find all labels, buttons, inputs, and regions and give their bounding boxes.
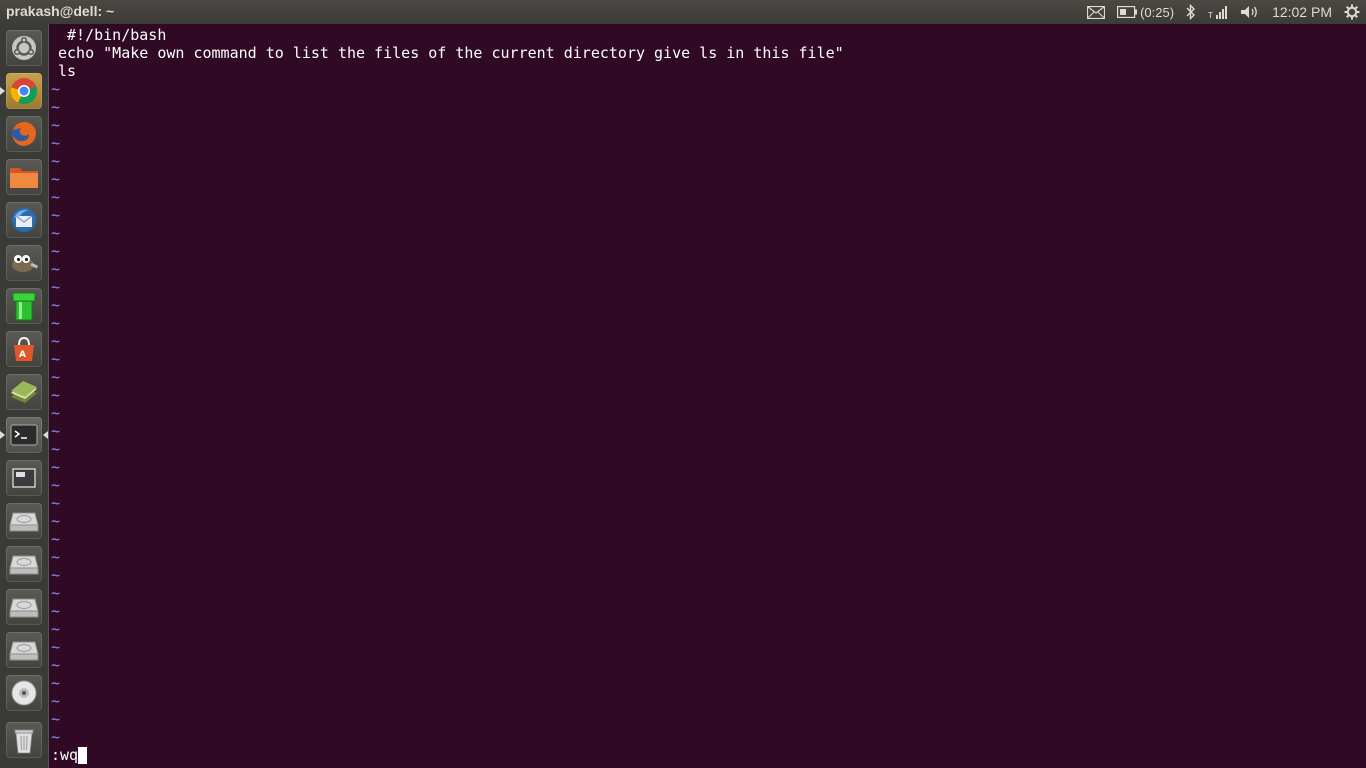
launcher-item-drive-1[interactable] (6, 503, 42, 539)
tilde-marker: ~ (51, 404, 61, 422)
tilde-marker: ~ (51, 656, 61, 674)
tilde-marker: ~ (51, 566, 61, 584)
disc-icon (11, 680, 37, 706)
gimp-icon (12, 255, 39, 272)
svg-text:T: T (1208, 11, 1213, 19)
tilde-marker: ~ (51, 602, 61, 620)
tilde-marker: ~ (51, 296, 61, 314)
tilde-marker: ~ (51, 278, 61, 296)
battery-time: (0:25) (1140, 4, 1175, 20)
hard-drive-icon (9, 512, 39, 532)
launcher-item-green-pipe-app[interactable] (6, 288, 42, 324)
indicator-area: (0:25) T 12:02 PM (1075, 0, 1360, 24)
editor-line-1: #!/bin/bash (58, 26, 167, 44)
hard-drive-icon (9, 555, 39, 575)
tilde-marker: ~ (51, 332, 61, 350)
launcher-item-software-center[interactable]: A (6, 331, 42, 367)
tilde-marker: ~ (51, 584, 61, 602)
tilde-marker: ~ (51, 620, 61, 638)
tilde-marker: ~ (51, 692, 61, 710)
launcher-item-workspace-switcher[interactable] (6, 460, 42, 496)
folder-icon (10, 168, 38, 188)
tilde-marker: ~ (51, 98, 61, 116)
tilde-marker: ~ (51, 728, 61, 746)
trash-icon (14, 729, 34, 754)
svg-text:A: A (19, 350, 26, 360)
tilde-marker: ~ (51, 242, 61, 260)
tilde-marker: ~ (51, 188, 61, 206)
tilde-marker: ~ (51, 152, 61, 170)
tilde-marker: ~ (51, 206, 61, 224)
launcher-item-gimp[interactable] (6, 245, 42, 281)
tilde-marker: ~ (51, 422, 61, 440)
terminal-window[interactable]: #!/bin/bash echo "Make own command to li… (49, 24, 1366, 768)
tilde-marker: ~ (51, 710, 61, 728)
command-text: :wq (51, 746, 79, 764)
launcher-item-dash-home[interactable] (6, 30, 42, 66)
tilde-marker: ~ (51, 134, 61, 152)
tilde-marker: ~ (51, 350, 61, 368)
tilde-marker: ~ (51, 386, 61, 404)
launcher-item-trash[interactable] (6, 722, 42, 758)
launcher-item-drive-4[interactable] (6, 632, 42, 668)
tilde-marker: ~ (51, 638, 61, 656)
network-signal-icon[interactable]: T (1208, 5, 1228, 19)
tilde-marker: ~ (51, 494, 61, 512)
battery-indicator[interactable]: (0:25) (1117, 5, 1174, 20)
launcher-item-firefox[interactable] (6, 116, 42, 152)
launcher-item-editor-book[interactable] (6, 374, 42, 410)
book-icon (11, 381, 37, 403)
tilde-marker: ~ (51, 530, 61, 548)
tilde-marker: ~ (51, 314, 61, 332)
clock[interactable]: 12:02 PM (1272, 4, 1332, 20)
terminal-icon (10, 424, 38, 446)
running-pip (0, 87, 5, 95)
gear-icon[interactable] (1344, 4, 1360, 20)
window-title: prakash@dell: ~ (6, 3, 115, 19)
text-cursor (78, 746, 88, 764)
tilde-marker: ~ (51, 458, 61, 476)
launcher-item-drive-2[interactable] (6, 546, 42, 582)
launcher-item-files[interactable] (6, 159, 42, 195)
tilde-marker: ~ (51, 116, 61, 134)
volume-icon[interactable] (1240, 5, 1260, 19)
tilde-marker: ~ (51, 80, 61, 98)
pipe-icon (12, 292, 36, 321)
thunderbird-icon (12, 208, 36, 232)
mail-icon[interactable] (1087, 5, 1106, 19)
tilde-marker: ~ (51, 224, 61, 242)
top-panel: prakash@dell: ~ (0:25) T 12:02 PM (0, 0, 1366, 24)
tilde-marker: ~ (51, 170, 61, 188)
ubuntu-logo-icon (12, 36, 36, 60)
chrome-icon (10, 78, 38, 105)
workspace-icon (12, 468, 36, 488)
bluetooth-icon[interactable] (1186, 4, 1196, 20)
hard-drive-icon (9, 641, 39, 661)
tilde-marker: ~ (51, 674, 61, 692)
launcher-item-drive-3[interactable] (6, 589, 42, 625)
shopping-bag-icon: A (14, 336, 34, 361)
editor-line-2: echo "Make own command to list the files… (58, 44, 844, 62)
launcher-item-thunderbird[interactable] (6, 202, 42, 238)
vim-command-line[interactable]: :wq (51, 746, 88, 764)
launcher: A (0, 24, 49, 768)
editor-line-3: ls (58, 62, 77, 80)
tilde-marker: ~ (51, 548, 61, 566)
tilde-marker: ~ (51, 476, 61, 494)
tilde-marker: ~ (51, 512, 61, 530)
hard-drive-icon (9, 598, 39, 618)
launcher-item-terminal[interactable] (6, 417, 42, 453)
tilde-marker: ~ (51, 260, 61, 278)
focused-pip (43, 431, 48, 439)
launcher-item-optical-drive[interactable] (6, 675, 42, 711)
running-pip (0, 431, 5, 439)
firefox-icon (12, 122, 36, 146)
tilde-marker: ~ (51, 368, 61, 386)
tilde-marker: ~ (51, 440, 61, 458)
battery-icon (1117, 6, 1138, 18)
launcher-item-chrome[interactable] (6, 73, 42, 109)
